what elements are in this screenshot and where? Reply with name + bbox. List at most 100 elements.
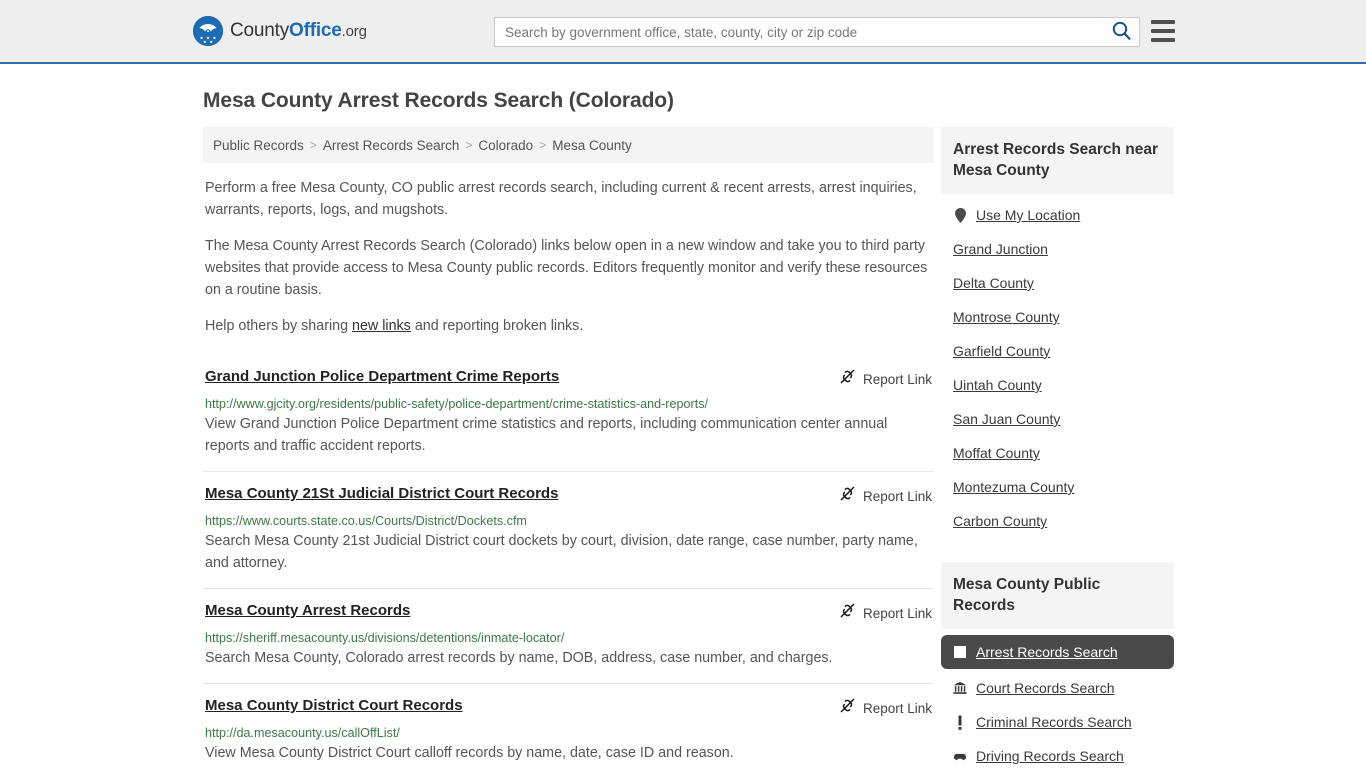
content-columns: Public Records > Arrest Records Search >…	[203, 127, 1174, 768]
broken-link-icon	[839, 368, 856, 390]
result-url[interactable]: http://da.mesacounty.us/callOffList/	[205, 726, 932, 740]
sidebar-item-criminal-records-search[interactable]: Criminal Records Search	[941, 705, 1174, 739]
search-input[interactable]	[495, 18, 1103, 46]
sidebar-public-records-heading: Mesa County Public Records	[941, 562, 1174, 629]
sidebar-item-uintah-county[interactable]: Uintah County	[941, 368, 1174, 402]
sidebar-item-garfield-county[interactable]: Garfield County	[941, 334, 1174, 368]
intro-paragraph-1: Perform a free Mesa County, CO public ar…	[205, 180, 917, 218]
sidebar-public-records-block: Mesa County Public Records Arrest Record…	[941, 562, 1174, 768]
breadcrumb-separator: >	[465, 138, 473, 152]
sidebar-item-san-juan-county[interactable]: San Juan County	[941, 402, 1174, 436]
sidebar: Arrest Records Search near Mesa County U…	[941, 127, 1174, 768]
sidebar-item-delta-county[interactable]: Delta County	[941, 266, 1174, 300]
sidebar-nearby-heading: Arrest Records Search near Mesa County	[941, 127, 1174, 194]
breadcrumb: Public Records > Arrest Records Search >…	[203, 127, 934, 163]
breadcrumb-separator: >	[309, 138, 317, 152]
report-link-button[interactable]: Report Link	[839, 484, 932, 507]
result-header: Mesa County Arrest Records Report Link	[205, 601, 932, 624]
hamburger-bar-2	[1151, 29, 1175, 33]
sidebar-item-carbon-county[interactable]: Carbon County	[941, 504, 1174, 538]
breadcrumb-item-colorado[interactable]: Colorado	[478, 138, 533, 153]
exclamation-icon	[953, 714, 967, 730]
hamburger-menu-icon[interactable]	[1151, 20, 1175, 42]
car-icon	[953, 748, 967, 764]
logo-text-part3: .org	[341, 23, 367, 40]
result-item: Grand Junction Police Department Crime R…	[203, 355, 934, 471]
result-description: View Grand Junction Police Department cr…	[205, 416, 888, 454]
result-header: Mesa County District Court Records Repor…	[205, 696, 932, 719]
results-list: Grand Junction Police Department Crime R…	[203, 355, 934, 768]
result-url[interactable]: http://www.gjcity.org/residents/public-s…	[205, 397, 932, 411]
report-link-label: Report Link	[862, 488, 932, 504]
hamburger-bar-3	[1151, 38, 1175, 42]
result-title-link[interactable]: Grand Junction Police Department Crime R…	[205, 367, 559, 387]
search-bar[interactable]	[494, 17, 1140, 47]
result-title-link[interactable]: Mesa County 21St Judicial District Court…	[205, 484, 558, 504]
sidebar-link-label[interactable]: San Juan County	[953, 411, 1060, 427]
search-icon	[1112, 21, 1131, 43]
sidebar-link-label[interactable]: Arrest Records Search	[976, 644, 1118, 660]
result-item: Mesa County 21St Judicial District Court…	[203, 471, 934, 588]
intro-paragraph-2: The Mesa County Arrest Records Search (C…	[205, 238, 928, 298]
sidebar-link-label[interactable]: Criminal Records Search	[976, 714, 1132, 730]
result-header: Mesa County 21St Judicial District Court…	[205, 484, 932, 507]
site-logo[interactable]: CountyOffice.org	[193, 16, 367, 46]
sidebar-link-label[interactable]: Moffat County	[953, 445, 1040, 461]
map-pin-icon	[953, 207, 967, 223]
broken-link-icon	[839, 697, 856, 719]
report-link-button[interactable]: Report Link	[839, 367, 932, 390]
result-description: View Mesa County District Court calloff …	[205, 745, 734, 761]
sidebar-link-label[interactable]: Montrose County	[953, 309, 1060, 325]
breadcrumb-item-arrest-records-search[interactable]: Arrest Records Search	[323, 138, 460, 153]
sidebar-link-label[interactable]: Court Records Search	[976, 680, 1115, 696]
sidebar-link-label[interactable]: Grand Junction	[953, 241, 1048, 257]
logo-text-part1: County	[230, 20, 290, 41]
result-header: Grand Junction Police Department Crime R…	[205, 367, 932, 390]
intro-paragraph-3-after: and reporting broken links.	[410, 318, 584, 334]
sidebar-link-label[interactable]: Montezuma County	[953, 479, 1074, 495]
sidebar-item-montrose-county[interactable]: Montrose County	[941, 300, 1174, 334]
sidebar-item-montezuma-county[interactable]: Montezuma County	[941, 470, 1174, 504]
result-item: Mesa County Arrest Records Report Link h…	[203, 588, 934, 683]
sidebar-nearby-list: Use My Location Grand Junction Delta Cou…	[941, 194, 1174, 538]
breadcrumb-item-mesa-county[interactable]: Mesa County	[552, 138, 632, 153]
report-link-label: Report Link	[862, 371, 932, 387]
report-link-button[interactable]: Report Link	[839, 601, 932, 624]
broken-link-icon	[839, 602, 856, 624]
report-link-label: Report Link	[862, 700, 932, 716]
sidebar-item-use-my-location[interactable]: Use My Location	[941, 198, 1174, 232]
intro-paragraph-3-before: Help others by sharing	[205, 318, 353, 334]
page-title: Mesa County Arrest Records Search (Color…	[203, 89, 674, 112]
sidebar-link-label[interactable]: Use My Location	[976, 207, 1080, 223]
page-container: Mesa County Arrest Records Search (Color…	[0, 64, 1366, 768]
breadcrumb-item-public-records[interactable]: Public Records	[213, 138, 304, 153]
sidebar-link-label[interactable]: Uintah County	[953, 377, 1042, 393]
intro-paragraph-3: Help others by sharing new links and rep…	[205, 315, 932, 337]
sidebar-item-moffat-county[interactable]: Moffat County	[941, 436, 1174, 470]
broken-link-icon	[839, 485, 856, 507]
eagle-seal-icon	[193, 16, 223, 46]
sidebar-item-grand-junction[interactable]: Grand Junction	[941, 232, 1174, 266]
report-link-label: Report Link	[862, 605, 932, 621]
sidebar-item-driving-records-search[interactable]: Driving Records Search	[941, 739, 1174, 768]
sidebar-item-court-records-search[interactable]: Court Records Search	[941, 671, 1174, 705]
main-column: Public Records > Arrest Records Search >…	[203, 127, 934, 768]
new-links-link[interactable]: new links	[352, 318, 411, 334]
report-link-button[interactable]: Report Link	[839, 696, 932, 719]
result-item: Mesa County District Court Records Repor…	[203, 683, 934, 768]
sidebar-public-records-list: Arrest Records Search Court Records Sear…	[941, 629, 1174, 768]
sidebar-link-label[interactable]: Driving Records Search	[976, 748, 1124, 764]
result-description: Search Mesa County, Colorado arrest reco…	[205, 650, 833, 666]
result-url[interactable]: https://sheriff.mesacounty.us/divisions/…	[205, 631, 932, 645]
sidebar-link-label[interactable]: Garfield County	[953, 343, 1050, 359]
result-url[interactable]: https://www.courts.state.co.us/Courts/Di…	[205, 514, 932, 528]
sidebar-link-label[interactable]: Carbon County	[953, 513, 1047, 529]
site-header: CountyOffice.org	[0, 0, 1366, 64]
sidebar-link-label[interactable]: Delta County	[953, 275, 1034, 291]
sidebar-item-arrest-records-search[interactable]: Arrest Records Search	[941, 635, 1174, 669]
logo-text-part2: Office	[289, 20, 342, 41]
intro-section: Perform a free Mesa County, CO public ar…	[203, 177, 934, 337]
result-title-link[interactable]: Mesa County District Court Records	[205, 696, 463, 716]
search-button[interactable]	[1103, 18, 1139, 46]
result-title-link[interactable]: Mesa County Arrest Records	[205, 601, 410, 621]
